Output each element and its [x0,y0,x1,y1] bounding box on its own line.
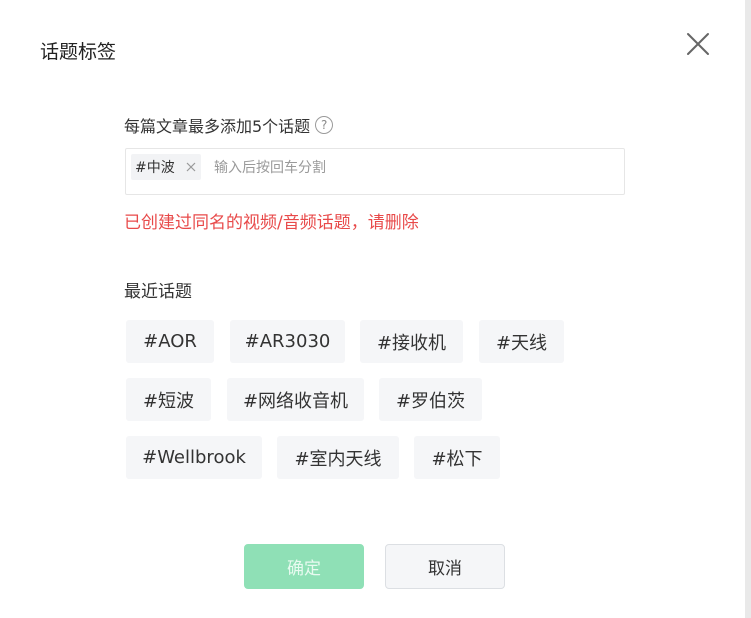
dialog-title: 话题标签 [40,41,117,63]
recent-topics-title: 最近话题 [124,282,192,302]
remove-tag-icon[interactable] [185,161,197,173]
recent-topic-chip[interactable]: #AR3030 [230,320,345,363]
cancel-button[interactable]: 取消 [385,544,505,589]
recent-topic-chip[interactable]: #短波 [126,378,211,421]
recent-topic-chip[interactable]: #Wellbrook [126,436,262,479]
recent-topic-chip[interactable]: #网络收音机 [227,378,364,421]
error-message: 已创建过同名的视频/音频话题，请删除 [124,213,419,233]
recent-topic-chip[interactable]: #接收机 [360,320,463,363]
close-icon[interactable] [682,28,714,60]
recent-topic-chip[interactable]: #室内天线 [277,436,399,479]
selected-tag-chip: #中波 [131,154,201,180]
selected-tag-label: #中波 [135,160,175,176]
recent-topic-chip[interactable]: #罗伯茨 [379,378,482,421]
window-edge [745,0,751,618]
recent-topic-chip[interactable]: #松下 [414,436,500,479]
confirm-button[interactable]: 确定 [244,544,364,589]
topic-tags-dialog: 话题标签 每篇文章最多添加5个话题 ? #中波 已创建过同名的视频/音频话题，请… [0,0,745,618]
help-icon[interactable]: ? [315,116,334,134]
recent-topic-chip[interactable]: #AOR [126,320,214,363]
topic-tag-input-box[interactable]: #中波 [125,148,625,195]
topic-limit-label: 每篇文章最多添加5个话题 ? [124,113,334,137]
topic-text-input[interactable] [214,155,604,181]
recent-topic-chip[interactable]: #天线 [479,320,564,363]
topic-limit-text: 每篇文章最多添加5个话题 [124,117,311,136]
